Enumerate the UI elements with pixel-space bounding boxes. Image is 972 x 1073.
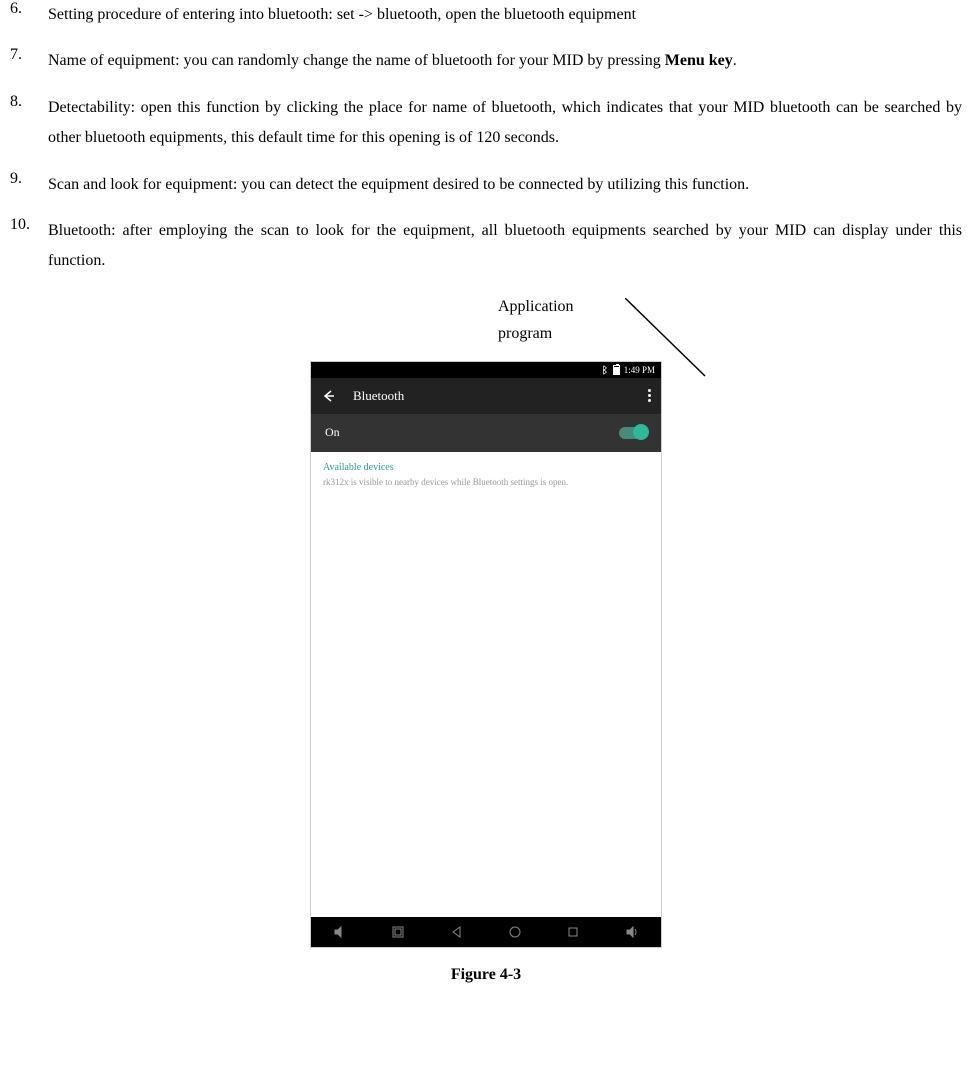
header-title: Bluetooth [353, 388, 648, 404]
menu-icon[interactable] [648, 389, 651, 402]
list-item-8: 8. Detectability: open this function by … [10, 93, 962, 154]
nav-screenshot-icon[interactable] [391, 925, 405, 939]
annotation-label: Application program [498, 293, 962, 347]
back-arrow-icon[interactable] [321, 389, 335, 403]
toggle-switch[interactable] [619, 427, 647, 439]
item-number: 10. [10, 216, 48, 277]
nav-back-icon[interactable] [450, 925, 464, 939]
item-number: 7. [10, 46, 48, 76]
text-segment: Name of equipment: you can randomly chan… [48, 52, 665, 69]
list-item-10: 10. Bluetooth: after employing the scan … [10, 216, 962, 277]
status-bar: 1:49 PM [311, 362, 661, 378]
on-label: On [325, 425, 619, 440]
item-number: 8. [10, 93, 48, 154]
battery-icon [613, 365, 620, 375]
visibility-text: rk312x is visible to nearby devices whil… [311, 477, 661, 495]
bluetooth-icon [601, 365, 609, 375]
list-item-9: 9. Scan and look for equipment: you can … [10, 170, 962, 200]
annotation-callout: Application program [10, 293, 962, 353]
figure-caption: Figure 4-3 [10, 966, 962, 984]
text-segment: . [733, 52, 737, 69]
item-text: Scan and look for equipment: you can det… [48, 170, 962, 200]
nav-recent-icon[interactable] [566, 925, 580, 939]
bluetooth-toggle-row[interactable]: On [311, 414, 661, 452]
navigation-bar [311, 917, 661, 947]
phone-screenshot: 1:49 PM Bluetooth On Available devices r… [310, 361, 662, 948]
item-text: Setting procedure of entering into bluet… [48, 0, 962, 30]
list-item-6: 6. Setting procedure of entering into bl… [10, 0, 962, 30]
item-text: Name of equipment: you can randomly chan… [48, 46, 962, 76]
annotation-line2: program [498, 320, 962, 347]
bold-text: Menu key [665, 52, 733, 69]
status-time: 1:49 PM [624, 365, 655, 375]
item-number: 9. [10, 170, 48, 200]
app-header: Bluetooth [311, 378, 661, 414]
item-text: Detectability: open this function by cli… [48, 93, 962, 154]
nav-volume-down-icon[interactable] [333, 925, 347, 939]
available-devices-label: Available devices [311, 452, 661, 477]
toggle-knob [633, 424, 649, 440]
nav-home-icon[interactable] [508, 925, 522, 939]
list-item-7: 7. Name of equipment: you can randomly c… [10, 46, 962, 76]
item-text: Bluetooth: after employing the scan to l… [48, 216, 962, 277]
annotation-line1: Application [498, 293, 962, 320]
nav-volume-up-icon[interactable] [625, 925, 639, 939]
item-number: 6. [10, 0, 48, 30]
screenshot-container: 1:49 PM Bluetooth On Available devices r… [10, 361, 962, 948]
